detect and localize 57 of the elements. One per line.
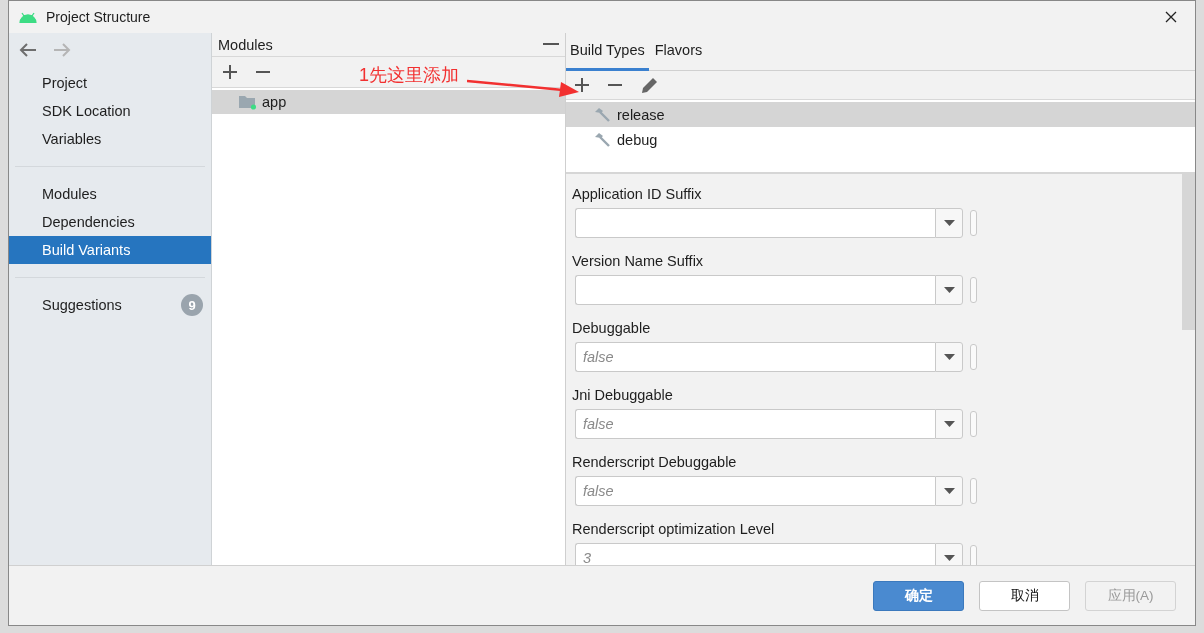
sidebar-item[interactable]: Build Variants <box>9 236 211 264</box>
combo-field[interactable]: false <box>575 342 935 372</box>
toggle-handle[interactable] <box>970 210 977 236</box>
back-arrow-icon[interactable] <box>19 43 37 57</box>
dropdown-button[interactable] <box>935 543 963 565</box>
toggle-handle[interactable] <box>970 411 977 437</box>
toggle-handle[interactable] <box>970 478 977 504</box>
minimize-icon[interactable] <box>543 43 559 46</box>
field-label: Renderscript optimization Level <box>572 521 776 538</box>
sidebar-item[interactable]: SDK Location <box>9 97 211 125</box>
build-type-item[interactable]: debug <box>566 127 1195 152</box>
combo-field[interactable] <box>575 275 935 305</box>
caret-icon <box>943 287 955 293</box>
dialog-button[interactable]: 取消 <box>979 580 1070 611</box>
android-icon <box>19 11 37 23</box>
panel-title: Modules <box>218 36 273 53</box>
tab[interactable]: Flavors <box>650 33 707 68</box>
close-icon[interactable] <box>1165 11 1177 23</box>
sidebar-item[interactable]: Modules <box>9 180 211 208</box>
sidebar-item[interactable]: Dependencies <box>9 208 211 236</box>
dialog-button[interactable]: 确定 <box>873 580 964 611</box>
caret-icon <box>943 220 955 226</box>
dropdown-button[interactable] <box>935 275 963 305</box>
add-icon[interactable] <box>575 78 589 92</box>
module-item[interactable]: app <box>212 90 565 114</box>
hammer-icon <box>594 132 610 147</box>
field-label: Application ID Suffix <box>572 186 703 203</box>
toggle-handle[interactable] <box>970 277 977 303</box>
dropdown-button[interactable] <box>935 208 963 238</box>
combo-field[interactable]: false <box>575 409 935 439</box>
caret-icon <box>943 354 955 360</box>
caret-icon <box>943 421 955 427</box>
folder-icon <box>239 94 257 110</box>
dropdown-button[interactable] <box>935 409 963 439</box>
field-label: Renderscript Debuggable <box>572 454 738 471</box>
sidebar-item[interactable]: Suggestions 9 <box>9 291 211 319</box>
caret-icon <box>943 555 955 561</box>
toggle-handle[interactable] <box>970 545 977 565</box>
sidebar-item[interactable]: Project <box>9 69 211 97</box>
combo-field[interactable]: 3 <box>575 543 935 565</box>
dropdown-button[interactable] <box>935 342 963 372</box>
hammer-icon <box>594 107 610 122</box>
sidebar-item[interactable]: Variables <box>9 125 211 153</box>
scrollbar-thumb[interactable] <box>1182 174 1195 330</box>
add-icon[interactable] <box>223 65 237 79</box>
window-title: Project Structure <box>46 9 152 25</box>
field-label: Jni Debuggable <box>572 387 674 404</box>
annotation-text: 1先这里添加 <box>359 64 459 87</box>
build-type-item[interactable]: release <box>566 102 1195 127</box>
dropdown-button[interactable] <box>935 476 963 506</box>
combo-field[interactable]: false <box>575 476 935 506</box>
combo-field[interactable] <box>575 208 935 238</box>
field-label: Version Name Suffix <box>572 253 705 270</box>
toggle-handle[interactable] <box>970 344 977 370</box>
caret-icon <box>943 488 955 494</box>
field-label: Debuggable <box>572 320 652 337</box>
pencil-icon[interactable] <box>641 76 659 94</box>
